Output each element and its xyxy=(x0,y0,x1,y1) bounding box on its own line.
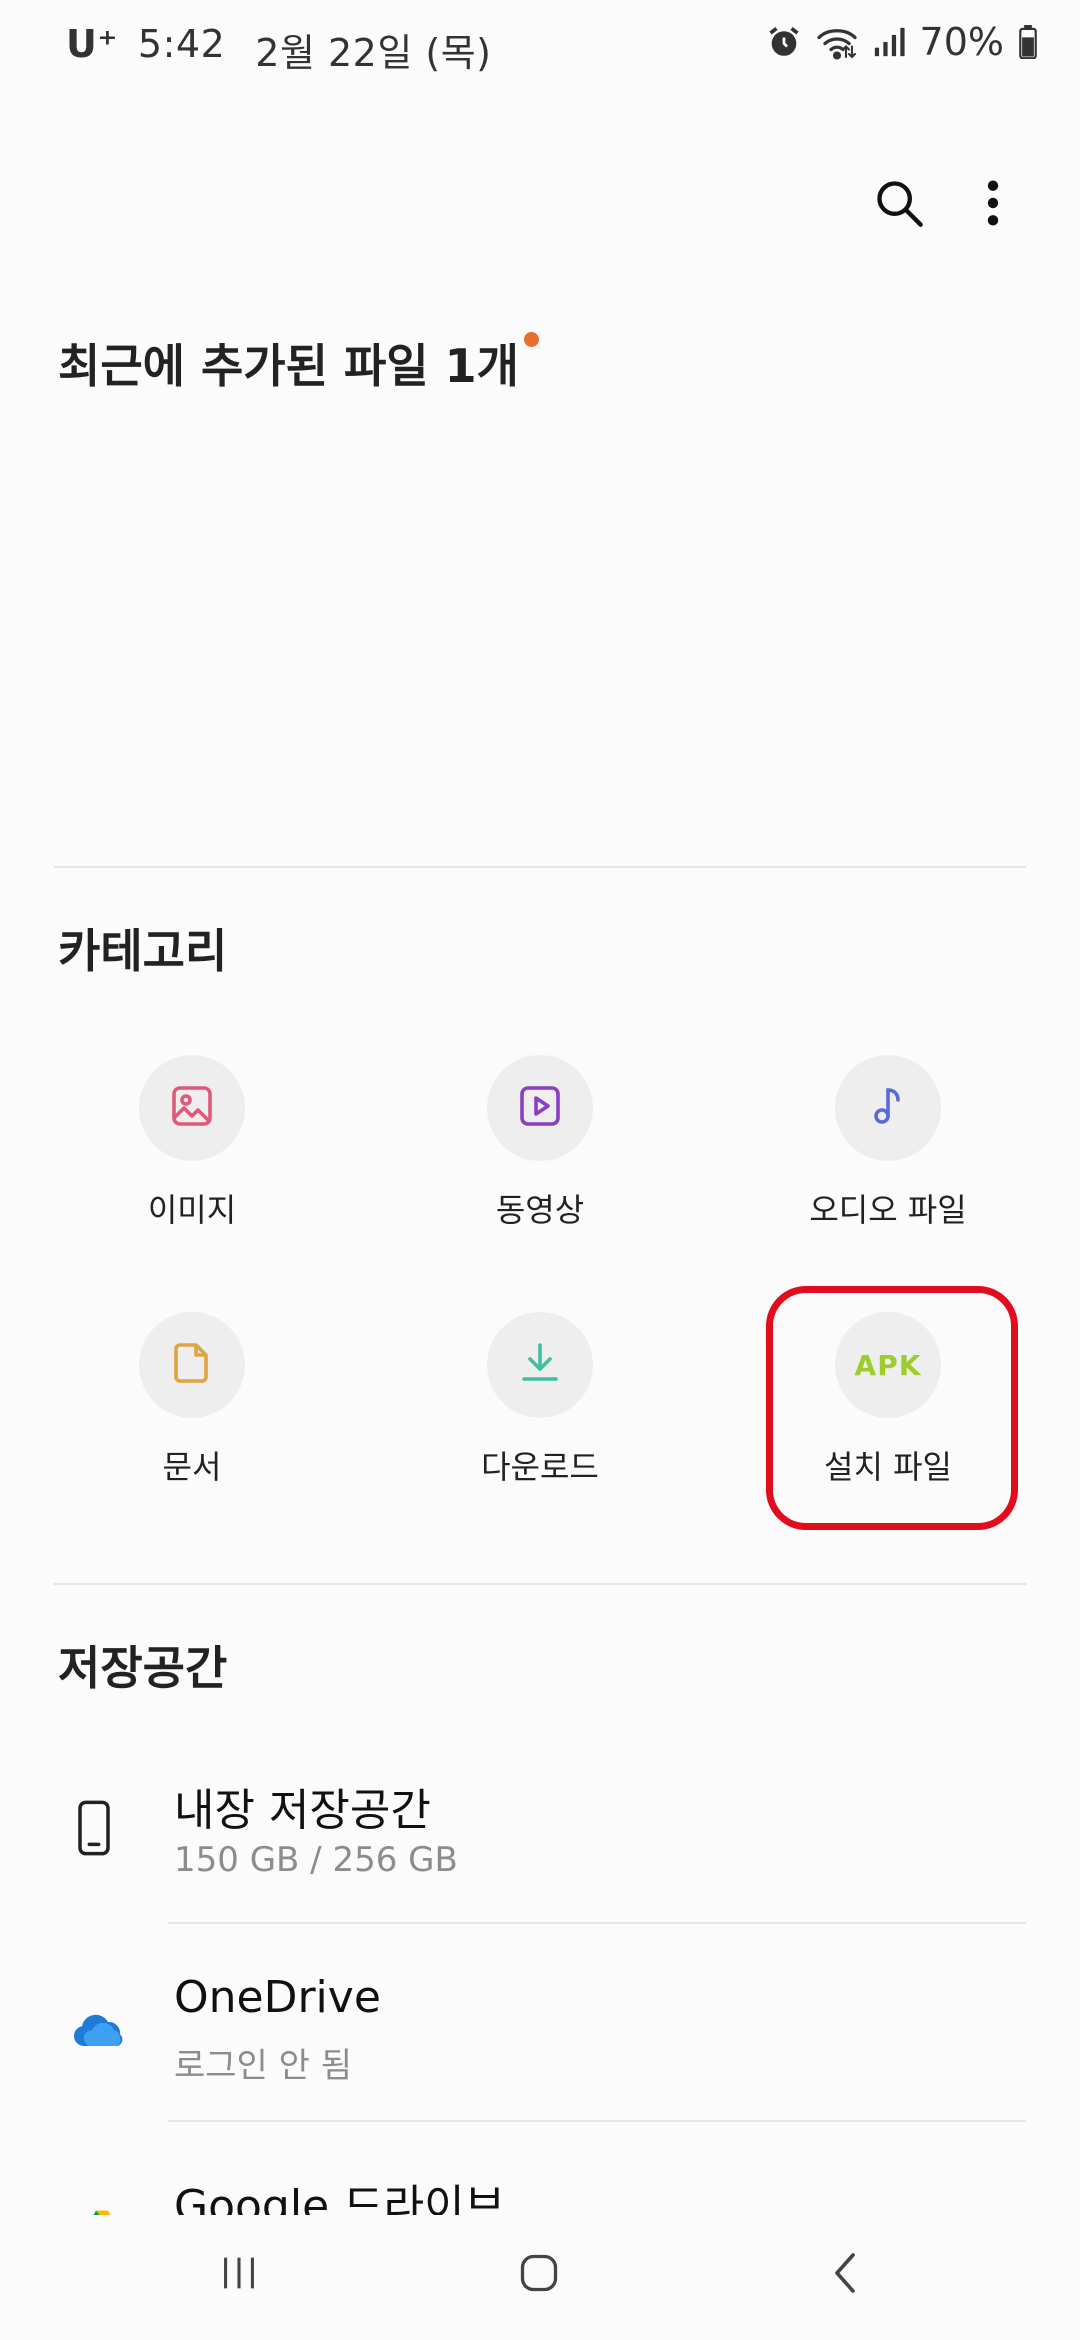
storage-item-onedrive[interactable]: OneDrive 로그인 안 됨 xyxy=(0,1950,1080,2140)
recent-apps-icon xyxy=(216,2253,262,2297)
wifi-icon xyxy=(816,24,858,60)
home-icon xyxy=(517,2251,561,2299)
battery-percent: 70% xyxy=(919,20,1004,64)
back-button[interactable] xyxy=(790,2235,900,2315)
status-bar: U⁺ 5:42 2월 22일 (목) 70% xyxy=(0,0,1080,96)
storage-title: 저장공간 xyxy=(58,1641,228,1695)
category-icon-bg xyxy=(487,1312,593,1418)
search-button[interactable] xyxy=(864,170,934,240)
signal-icon xyxy=(872,25,906,59)
highlight-annotation xyxy=(766,1286,1018,1530)
category-downloads[interactable]: 다운로드 xyxy=(390,1312,690,1488)
onedrive-icon xyxy=(68,2000,128,2060)
storage-separator xyxy=(168,2120,1026,2122)
category-label: 오디오 파일 xyxy=(809,1191,967,1229)
carrier-label: U⁺ xyxy=(66,22,118,66)
storage-item-subtitle: 150 GB / 256 GB xyxy=(174,1840,458,1880)
phone-icon xyxy=(64,1798,124,1858)
category-label: 문서 xyxy=(162,1448,222,1486)
storage-item-internal[interactable]: 내장 저장공간 150 GB / 256 GB xyxy=(0,1752,1080,1942)
more-options-button[interactable] xyxy=(958,170,1028,240)
category-icon-bg xyxy=(139,1312,245,1418)
back-icon xyxy=(830,2249,860,2301)
storage-item-title: OneDrive xyxy=(174,1972,381,2023)
battery-icon xyxy=(1018,25,1038,59)
storage-item-subtitle: 로그인 안 됨 xyxy=(174,2046,353,2086)
search-icon xyxy=(873,177,925,233)
status-right: 70% xyxy=(766,20,1038,64)
category-icon-bg xyxy=(835,1055,941,1161)
download-icon xyxy=(516,1339,564,1391)
category-label: 다운로드 xyxy=(481,1448,599,1486)
category-label: 이미지 xyxy=(147,1191,237,1229)
new-badge-dot xyxy=(524,332,539,347)
navigation-bar xyxy=(0,2215,1080,2340)
date-label: 2월 22일 (목) xyxy=(255,31,492,75)
music-note-icon xyxy=(864,1082,912,1134)
status-left: U⁺ 5:42 2월 22일 (목) xyxy=(66,22,492,77)
video-icon xyxy=(516,1082,564,1134)
category-label: 동영상 xyxy=(495,1191,585,1229)
categories-title: 카테고리 xyxy=(58,924,228,978)
document-icon xyxy=(168,1339,216,1391)
category-icon-bg xyxy=(487,1055,593,1161)
storage-item-title: 내장 저장공간 xyxy=(174,1785,431,1836)
clock: 5:42 xyxy=(137,22,226,66)
category-images[interactable]: 이미지 xyxy=(42,1055,342,1231)
recent-apps-button[interactable] xyxy=(184,2235,294,2315)
home-button[interactable] xyxy=(484,2235,594,2315)
image-icon xyxy=(168,1082,216,1134)
storage-separator xyxy=(168,1922,1026,1924)
category-audio[interactable]: 오디오 파일 xyxy=(738,1055,1038,1231)
recent-files-title[interactable]: 최근에 추가된 파일 1개 xyxy=(58,330,519,396)
alarm-icon xyxy=(766,24,802,60)
category-documents[interactable]: 문서 xyxy=(42,1312,342,1488)
divider xyxy=(54,866,1026,868)
category-videos[interactable]: 동영상 xyxy=(390,1055,690,1231)
divider xyxy=(54,1583,1026,1585)
category-icon-bg xyxy=(139,1055,245,1161)
more-vert-icon xyxy=(983,177,1003,233)
